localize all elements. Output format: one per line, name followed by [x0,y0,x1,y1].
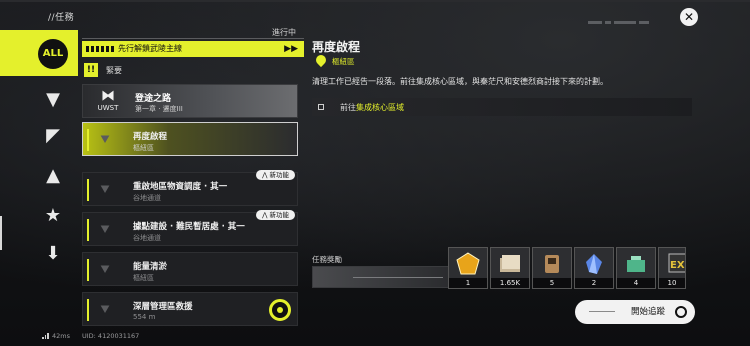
reward-count: 1 [449,278,487,288]
category-sidebar: ALL ▼ ◤ ▲ ★ ⬇ [0,30,78,330]
chapter-logo-text: UWST [97,104,119,112]
page-title: //任務 [48,13,75,23]
detail-description: 清理工作已經告一段落。前往集成核心區域，與秦茫尺和安德烈商討接下來的計劃。 [312,77,608,86]
category-icon-3[interactable]: ▲ [38,164,68,188]
detail-title: 再度啟程 [312,40,361,54]
paper-stack-icon [500,255,520,272]
chapter-logo: ⧓ UWST [89,89,127,115]
reward-count: 5 [533,278,571,288]
device-icon [545,255,559,273]
fast-forward-icon: ▶▶ [284,44,298,54]
user-uid: UID: 4120031167 [82,332,140,340]
blue-crystal-icon [586,254,602,274]
quest-region: 樞紐區 [133,144,154,152]
quest-stripe [87,259,89,281]
quest-type-icon: ⯆ [98,220,112,239]
quest-stripe [87,129,89,151]
category-icon-5[interactable]: ⬇ [38,242,68,266]
track-target-button[interactable] [269,299,291,321]
chapter-subtitle: 第一章 · 遷度III [135,105,183,113]
chapter-header[interactable]: ⧓ UWST 登途之路 第一章 · 遷度III [82,84,298,118]
gold-crystal-icon [456,252,480,275]
close-button[interactable]: ✕ [680,8,698,26]
quest-type-icon: ⯆ [98,260,112,279]
signal-icon [42,333,50,339]
reward-ex[interactable]: EX 10 [658,247,686,289]
quest-region: 554 m [133,313,156,321]
status-decoration [588,12,670,24]
urgent-label: 緊要 [106,66,122,75]
reward-count: 2 [575,278,613,288]
start-tracking-button[interactable]: 開始追蹤 [575,300,695,324]
ex-badge-icon: EX [668,253,685,273]
category-icon-2[interactable]: ◤ [38,124,68,148]
reward-gold-crystal[interactable]: 1 [448,247,488,289]
objective-checkbox-icon [318,104,324,110]
category-icon-1[interactable]: ▼ [38,88,68,112]
quest-type-icon: ⯆ [98,180,112,199]
objective-highlight: 集成核心區域 [356,103,404,112]
quest-title: 重啟地區物資調度 · 其一 [133,182,228,192]
category-all-tab[interactable]: ALL [0,30,78,76]
quest-card[interactable]: ⯆ 據點建設 · 難民暫居處 · 其一 谷地通道 ⋀ 新功能 [82,210,298,246]
main-quest-label: 先行解鎖武陵主線 [118,44,182,53]
quest-card[interactable]: ⯆ 深層管理區救援 554 m [82,292,298,326]
quest-stripe [87,179,89,201]
quest-card[interactable]: ⯆ 能量清淤 樞紐區 [82,252,298,286]
reward-device[interactable]: 5 [532,247,572,289]
reward-paper-stack[interactable]: 1.65K [490,247,530,289]
ping-value: 42ms [52,332,70,340]
tracking-icon [675,306,687,318]
rewards-label: 任務獎勵 [312,255,342,264]
svg-text:EX: EX [670,260,685,271]
barcode-icon [86,46,114,52]
start-tracking-label: 開始追蹤 [631,307,666,317]
category-all-label: ALL [38,39,68,69]
quest-stripe [87,219,89,241]
chapter-logo-icon: ⧓ [101,88,115,104]
main-quest-banner[interactable]: 先行解鎖武陵主線 ▶▶ [82,41,304,57]
quest-title: 據點建設 · 難民暫居處 · 其一 [133,222,245,232]
quest-card-active[interactable]: ⯆ 再度啟程 樞紐區 [82,122,298,156]
reward-blue-crystal[interactable]: 2 [574,247,614,289]
quest-detail-panel: 再度啟程 樞紐區 清理工作已經告一段落。前往集成核心區域，與秦茫尺和安德烈商討接… [312,36,692,336]
objective-row: 前往集成核心區域 [312,98,692,116]
rewards-track-line [353,277,443,278]
new-feature-tag: ⋀ 新功能 [256,210,295,220]
detail-location: 樞紐區 [332,57,355,66]
reward-count: 1.65K [491,278,529,288]
urgent-icon: !! [84,63,98,77]
quest-title: 再度啟程 [133,132,168,142]
quest-list: 先行解鎖武陵主線 ▶▶ !! 緊要 ⧓ UWST 登途之路 第一章 · 遷度III… [82,0,304,346]
battery-icon [627,256,645,272]
urgent-section-header: !! 緊要 [82,62,304,80]
quest-region: 谷地通道 [133,194,161,202]
reward-battery[interactable]: 4 [616,247,656,289]
quest-region: 樞紐區 [133,274,154,282]
category-selected-indicator [0,216,2,250]
quest-title: 能量清淤 [133,262,168,272]
quest-type-icon: ⯆ [98,300,112,319]
quest-region: 谷地通道 [133,234,161,242]
quest-title: 深層管理區救援 [133,302,193,312]
rewards-track [312,266,452,288]
close-icon: ✕ [683,10,695,24]
objective-text: 前往集成核心區域 [340,103,404,112]
location-pin-icon [313,52,329,68]
quest-type-icon: ⯆ [98,130,112,149]
category-icon-4[interactable]: ★ [38,204,68,228]
reward-count: 10 [659,278,685,288]
quest-card[interactable]: ⯆ 重啟地區物資調度 · 其一 谷地通道 ⋀ 新功能 [82,170,298,206]
quest-stripe [87,299,89,321]
reward-count: 4 [617,278,655,288]
button-dash [589,311,615,312]
chapter-title: 登途之路 [135,94,172,104]
new-feature-tag: ⋀ 新功能 [256,170,295,180]
